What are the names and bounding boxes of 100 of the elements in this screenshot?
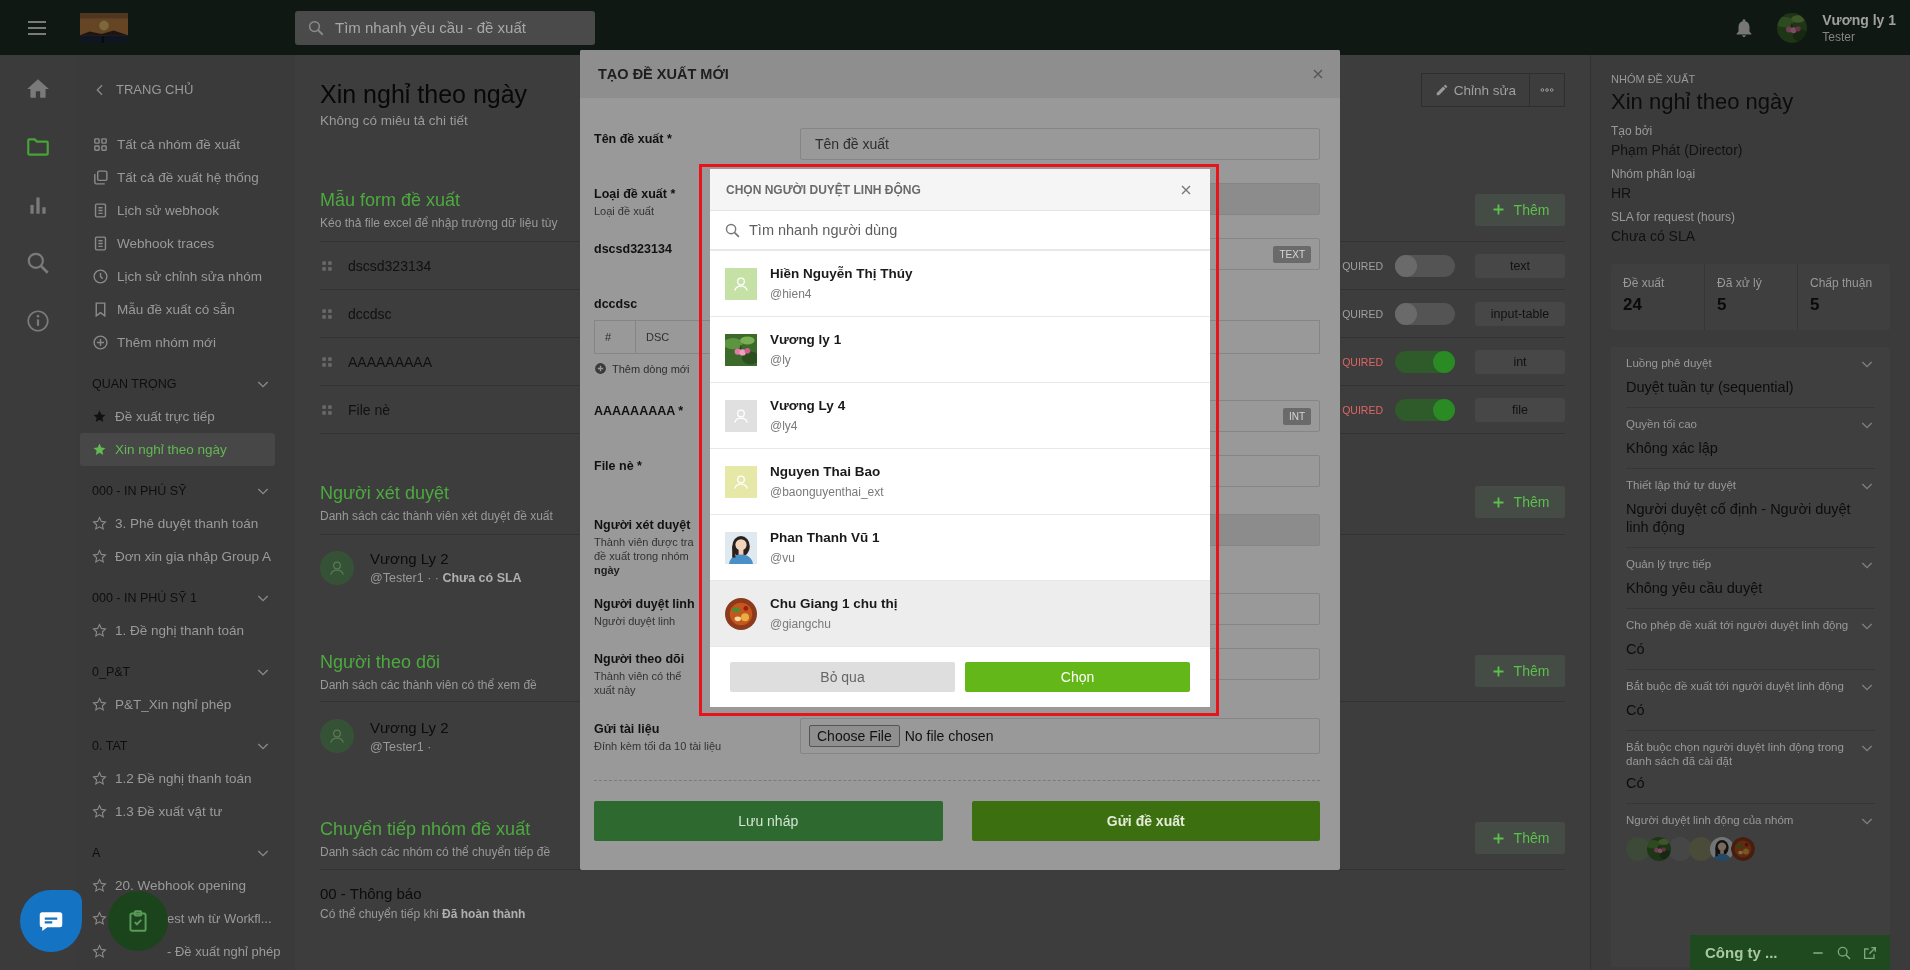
field-label: dccdsc [594,296,638,311]
setting-label: Quyền tối cao [1626,417,1697,431]
required-label: QUIRED [1342,403,1383,416]
field-label: Người xét duyệt [594,517,691,532]
type-tag: INT [1282,407,1311,425]
drag-handle-icon[interactable] [320,258,334,273]
field-label: Người duyệt linh [594,596,695,611]
file-status: No file chosen [904,728,994,744]
document-icon [92,202,109,219]
add-button[interactable]: Thêm [1475,822,1565,854]
user-handle: @baonguyenthai_ext [770,485,884,499]
add-button[interactable]: Thêm [1475,193,1565,226]
member-meta: @Tester1 · [370,739,433,754]
sidebar-link[interactable]: Tất cả đề xuất hệ thống [80,161,275,194]
info-icon[interactable] [24,308,51,334]
sidebar-item[interactable]: est wh từ Workfl... [80,902,291,935]
user-name: Vương ly 1 [770,332,842,347]
section-title: Mẫu form đề xuất [320,189,462,211]
panel-label: NHÓM ĐỀ XUẤT [1611,73,1697,85]
sidebar-item[interactable]: 1.2 Đề nghị thanh toán [80,762,275,795]
dialog-title: CHỌN NGƯỜI DUYỆT LINH ĐỘNG [726,182,921,197]
add-button[interactable]: Thêm [1475,655,1565,687]
search-field[interactable]: Tìm nhanh yêu cầu - đề xuất [295,10,595,45]
toggle-switch[interactable] [1395,302,1455,325]
user-name: Nguyen Thai Bao [770,464,882,479]
setting-label: Luồng phê duyệt [1626,356,1712,370]
choose-button[interactable]: Chọn [965,662,1190,692]
required-label: QUIRED [1342,259,1383,272]
external-link-icon[interactable] [1862,944,1878,961]
page-subtitle: Không có miêu tả chi tiết [320,113,469,128]
sidebar-item[interactable]: 20. Webhook opening [80,869,275,902]
back-link[interactable]: TRANG CHỦ [80,73,275,106]
field-label: dscsd323134 [594,241,672,256]
user-name: Vương Ly 4 [770,398,846,413]
section-description: Danh sách các thành viên xét duyệt đề xuất [320,508,553,523]
group-condition: Có thể chuyển tiếp khi Đã hoàn thành [320,907,527,921]
drag-handle-icon[interactable] [320,354,334,369]
stat-label: Đã xử lý [1717,276,1763,290]
sidebar-link[interactable]: Webhook traces [80,227,275,260]
file-field[interactable]: Choose File No file chosen [800,718,1320,754]
pencil-icon [1434,83,1449,97]
sidebar-item[interactable]: P&T_Xin nghỉ phép [80,688,275,721]
type-tag: TEXT [1273,245,1311,263]
document-icon [92,235,109,252]
drag-handle-icon[interactable] [320,402,334,417]
sidebar-item[interactable]: 3. Phê duyệt thanh toán [80,507,275,540]
skip-button[interactable]: Bỏ qua [730,662,955,692]
section-title: Người theo dõi [320,650,441,673]
add-button[interactable]: Thêm [1475,486,1565,518]
field-label: AAAAAAAAA * [594,403,684,418]
draft-button[interactable]: Lưu nháp [594,801,943,841]
edit-button[interactable]: Chỉnh sửa [1420,73,1530,107]
sidebar-item[interactable]: 1.3 Đề xuất vật tư [80,795,275,828]
toggle-switch[interactable] [1395,350,1455,373]
member-meta: @Tester1 · · Chưa có SLA [370,571,522,585]
user-handle: @ly [770,353,792,367]
setting-label: Bắt buộc chọn người duyệt linh động trong danh sách đã cài đặt [1626,740,1845,768]
more-button[interactable] [1530,73,1565,107]
user-name: Chu Giang 1 chu thị [770,596,898,611]
grid-icon [92,136,109,153]
search-icon[interactable] [1836,944,1852,961]
field-hint: Loại đề xuất [594,204,654,218]
user-handle: @giangchu [770,617,832,631]
sidebar-item[interactable]: Xin nghỉ theo ngày [80,433,275,466]
user-handle: @vu [770,551,796,565]
setting-label: Cho phép đề xuất tới người duyệt linh động [1626,618,1849,632]
choose-file-button[interactable]: Choose File [809,725,900,747]
toggle-switch[interactable] [1395,398,1455,421]
drag-handle-icon[interactable] [320,306,334,321]
dialog-title: TẠO ĐỀ XUẤT MỚI [598,66,729,82]
sidebar-item[interactable]: Đơn xin gia nhập Group A [80,540,275,573]
copy-icon [92,169,109,186]
field-label: Loại đề xuất * [594,186,676,201]
section-description: Danh sách các thành viên có thể xem đề [320,677,537,692]
sidebar-item[interactable]: Đề xuất trực tiếp [80,400,275,433]
required-label: QUIRED [1342,355,1383,368]
sidebar-link[interactable]: Lịch sử chỉnh sửa nhóm [80,260,275,293]
sidebar-link[interactable]: Lịch sử webhook [80,194,275,227]
plus-circle-icon [92,334,109,351]
submit-button[interactable]: Gửi đề xuất [971,801,1320,841]
field-label: Người theo dõi [594,651,685,666]
stat-label: Đề xuất [1623,276,1666,290]
sidebar-link[interactable]: Mẫu đề xuất có sẵn [80,293,275,326]
toggle-switch[interactable] [1395,254,1455,277]
section-description: Kéo thả file excel để nhập trường dữ liệu tùy [320,216,558,230]
setting-label: Quản lý trực tiếp [1626,557,1712,571]
field-hint: Người duyệt linh [594,614,676,628]
search-icon [307,18,325,37]
text-field[interactable]: Tên đề xuất [800,128,1320,160]
clock-icon [92,268,109,285]
sidebar-item[interactable]: - Đề xuất nghỉ phép [80,935,291,968]
add-row-link[interactable]: Thêm dòng mới [594,362,690,375]
setting-label: Bắt buộc đề xuất tới người duyệt linh động [1626,679,1844,693]
fact-label: Nhóm phân loại [1611,167,1697,181]
user-option[interactable]: Chu Giang 1 chu thị @giangchu [710,581,1210,647]
sidebar-link[interactable]: Thêm nhóm mới [80,326,275,359]
field-hint: Đính kèm tối đa 10 tài liệu [594,739,722,753]
sidebar-item[interactable]: 1. Đề nghị thanh toán [80,614,275,647]
sidebar-link[interactable]: Tất cả nhóm đề xuất [80,128,275,161]
search-icon [724,221,741,239]
